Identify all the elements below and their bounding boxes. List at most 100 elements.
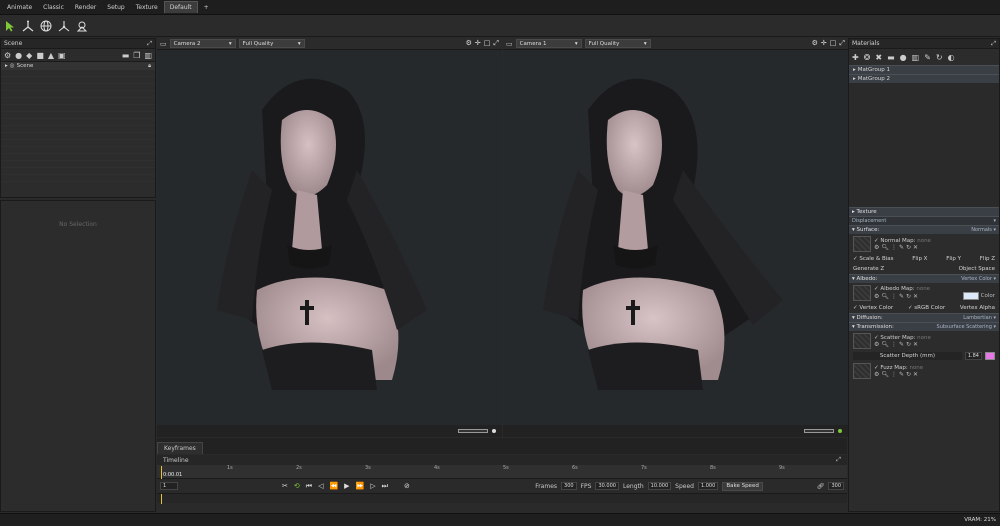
map-tools-icons[interactable]: ⚙🔍︎⋮✎↻✕	[874, 244, 931, 251]
tab-render[interactable]: Render	[70, 1, 101, 13]
frame-field[interactable]: 1	[160, 482, 178, 490]
matgroup-1[interactable]: ▸ MatGroup 1	[849, 65, 999, 74]
normal-map-slot[interactable]: ✓ Normal Map: none ⚙🔍︎⋮✎↻✕	[849, 234, 999, 254]
scatter-map-slot[interactable]: ✓ Scatter Map: none ⚙🔍︎⋮✎↻✕	[849, 331, 999, 351]
tab-classic[interactable]: Classic	[38, 1, 69, 13]
section-surface[interactable]: ▾ Surface: Normals ▾	[849, 225, 999, 234]
maximize-icon[interactable]: □	[830, 39, 837, 48]
lock-icon[interactable]: 🔒︎	[148, 63, 151, 70]
map-thumbnail[interactable]	[853, 236, 871, 252]
gear-icon[interactable]: ⚙	[466, 39, 472, 48]
trash-icon[interactable]: ▥	[144, 51, 152, 60]
cube-icon[interactable]: ▲	[48, 51, 54, 60]
tab-animate[interactable]: Animate	[2, 1, 37, 13]
scatter-color-swatch[interactable]	[985, 352, 995, 360]
section-transmission[interactable]: ▾ Transmission: Subsurface Scattering ▾	[849, 322, 999, 331]
camera-icon[interactable]: ◆	[26, 51, 32, 60]
map-tools-icons[interactable]: ⚙🔍︎⋮✎↻✕	[874, 293, 920, 300]
step-forward-icon[interactable]: ⏩	[356, 482, 365, 491]
gear-icon[interactable]: ⚙	[812, 39, 818, 48]
flip-z-checkbox[interactable]: Flip Z	[980, 256, 995, 262]
scatter-depth-field[interactable]: 1.84	[964, 352, 982, 360]
rotate-axis-icon[interactable]	[57, 19, 71, 33]
expand-icon[interactable]: ⤢	[991, 40, 996, 48]
duplicate-material-icon[interactable]: ❂	[864, 53, 871, 62]
camera-select-right[interactable]: Camera 1 ▾	[515, 39, 582, 48]
expand-arrow-icon[interactable]: ▸	[5, 63, 8, 69]
map-tools-icons[interactable]: ⚙🔍︎⋮✎↻✕	[874, 371, 923, 378]
viewport-right[interactable]: ▭ Camera 1 ▾ Full Quality ▾ ⚙ ✛ □ ⤢	[503, 38, 848, 437]
frames-field[interactable]: 300	[561, 482, 577, 490]
brush-icon[interactable]: ◐	[948, 53, 955, 62]
add-tab-button[interactable]: +	[199, 1, 214, 13]
material-list-area[interactable]	[849, 83, 999, 207]
scale-bias-checkbox[interactable]: ✓ Scale & Bias	[853, 256, 893, 262]
section-displacement[interactable]: Displacement ▾	[849, 216, 999, 225]
refresh-icon[interactable]: ↻	[936, 53, 943, 62]
crosshair-icon[interactable]: ✛	[475, 39, 481, 48]
map-tools-icons[interactable]: ⚙🔍︎⋮✎↻✕	[874, 341, 931, 348]
expand-icon[interactable]: ⤢	[836, 456, 841, 464]
expand-panel-icon[interactable]: ⤢	[147, 40, 152, 48]
expand-icon[interactable]: ⤢	[493, 39, 499, 48]
quality-select-left[interactable]: Full Quality ▾	[238, 39, 305, 48]
loop-icon[interactable]: ⟲	[294, 482, 300, 491]
merge-icon[interactable]: ✖	[875, 53, 882, 62]
sphere-icon[interactable]: ●	[900, 53, 907, 62]
srgb-color-checkbox[interactable]: ✓ sRGB Color	[908, 305, 945, 311]
link-icon[interactable]: 🔗︎	[817, 483, 825, 490]
crosshair-icon[interactable]: ✛	[821, 39, 827, 48]
speed-field[interactable]: 1.000	[697, 482, 719, 490]
tab-texture[interactable]: Texture	[131, 1, 163, 13]
length-field[interactable]: 10.000	[647, 482, 672, 490]
scene-root-item[interactable]: ▸ ◎ Scene 🔒︎	[1, 61, 155, 70]
fuzz-map-slot[interactable]: ✓ Fuzz Map: none ⚙🔍︎⋮✎↻✕	[849, 361, 999, 381]
playhead[interactable]	[161, 466, 162, 479]
scale-icon[interactable]	[75, 19, 89, 33]
cut-icon[interactable]: ✂	[282, 482, 288, 491]
last-frame-icon[interactable]: ⏭	[382, 482, 388, 491]
bake-speed-button[interactable]: Bake Speed	[722, 481, 763, 491]
quality-select-right[interactable]: Full Quality ▾	[584, 39, 651, 48]
tab-setup[interactable]: Setup	[102, 1, 129, 13]
fps-field[interactable]: 30.000	[595, 482, 619, 490]
vertex-color-checkbox[interactable]: ✓ Vertex Color	[853, 305, 893, 311]
light-icon[interactable]: ●	[15, 51, 22, 60]
prev-frame-icon[interactable]: ◁	[318, 482, 323, 491]
eyedropper-icon[interactable]: ✎	[924, 53, 931, 62]
flip-x-checkbox[interactable]: Flip X	[912, 256, 927, 262]
map-thumbnail[interactable]	[853, 363, 871, 379]
expand-icon[interactable]: ⤢	[839, 39, 845, 48]
duplicate-icon[interactable]: ❐	[133, 51, 140, 60]
playback-scrubber[interactable]	[804, 429, 834, 433]
vertex-alpha-checkbox[interactable]: Vertex Alpha	[960, 305, 995, 311]
section-diffusion[interactable]: ▾ Diffusion: Lambertian ▾	[849, 313, 999, 322]
flip-y-checkbox[interactable]: Flip Y	[946, 256, 961, 262]
tab-default[interactable]: Default	[163, 1, 198, 13]
camera-select-left[interactable]: Camera 2 ▾	[169, 39, 236, 48]
group-icon[interactable]: ▣	[58, 51, 66, 60]
add-material-icon[interactable]: ✚	[852, 53, 859, 62]
play-icon[interactable]: ▶	[344, 482, 349, 491]
select-arrow-icon[interactable]	[3, 19, 17, 33]
viewport-left[interactable]: ▭ Camera 2 ▾ Full Quality ▾ ⚙ ✛ □ ⤢	[157, 38, 502, 437]
scatter-depth-slider[interactable]: Scatter Depth (mm)	[853, 352, 962, 360]
object-space-checkbox[interactable]: Object Space	[959, 266, 995, 272]
next-frame-icon[interactable]: ▷	[370, 482, 375, 491]
albedo-color-swatch[interactable]	[962, 292, 979, 300]
map-thumbnail[interactable]	[853, 333, 871, 349]
albedo-map-slot[interactable]: ✓ Albedo Map: none ⚙🔍︎⋮✎↻✕ Color	[849, 283, 999, 303]
globe-icon[interactable]	[39, 19, 53, 33]
folder-icon[interactable]: ▬	[122, 51, 130, 60]
move-axis-icon[interactable]	[21, 19, 35, 33]
maximize-icon[interactable]: □	[484, 39, 491, 48]
matgroup-2[interactable]: ▸ MatGroup 2	[849, 74, 999, 83]
record-icon[interactable]: ⊘	[404, 482, 410, 491]
step-back-icon[interactable]: ⏪	[329, 482, 338, 491]
tab-keyframes[interactable]: Keyframes	[157, 442, 203, 454]
generate-z-checkbox[interactable]: Generate Z	[853, 266, 884, 272]
add-object-icon[interactable]: ⚙	[4, 51, 11, 60]
timeline-ruler[interactable]: 1s 2s 3s 4s 5s 6s 7s 8s 9s 0:00.01	[157, 465, 847, 479]
end-frame-field[interactable]: 300	[828, 482, 844, 490]
mesh-icon[interactable]: ■	[36, 51, 44, 60]
